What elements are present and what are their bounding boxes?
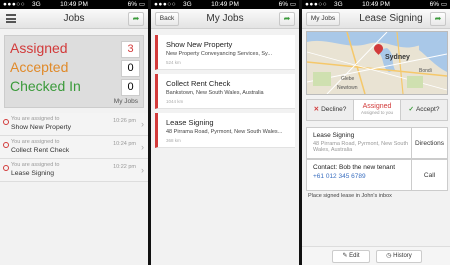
edit-label: Edit: [349, 253, 360, 259]
list-item-title: Show New Property: [11, 124, 72, 131]
list-item[interactable]: Collect Rent Check Bankstown, New South …: [155, 74, 295, 109]
job-address: 48 Pirrama Road, Pyrmont, New South Wale…: [166, 129, 283, 135]
share-button[interactable]: ➦: [279, 12, 295, 26]
nav-bar: My Jobs Lease Signing ➦: [302, 9, 450, 29]
counter-value: 0: [121, 60, 140, 77]
pencil-icon: ✎: [342, 253, 348, 259]
accept-button[interactable]: ✓ Accept?: [400, 100, 447, 120]
list-item-title: Lease Signing: [11, 170, 55, 177]
list-item[interactable]: You are assigned to Lease Signing 10:22 …: [0, 159, 148, 182]
edit-button[interactable]: ✎ Edit: [332, 250, 370, 263]
my-jobs-screen: ●●●○○ 3G 10:49 PM 6% ▭ Back My Jobs ➦ Sh…: [151, 0, 299, 265]
status-dot-icon: [3, 142, 9, 148]
directions-button[interactable]: Directions: [411, 128, 447, 158]
counter-assigned[interactable]: Assigned 3: [8, 39, 140, 58]
map-view[interactable]: Sydney Glebe Newtown Bondi: [306, 31, 448, 95]
job-address: Bankstown, New South Wales, Australia: [166, 90, 264, 96]
job-title: Lease Signing: [313, 132, 355, 139]
contact-card: Contact: Bob the new tenant +61 012 345 …: [306, 159, 448, 191]
map-label-city: Sydney: [385, 54, 410, 61]
close-icon: ✕: [313, 106, 320, 113]
nav-bar: Back My Jobs ➦: [151, 9, 299, 29]
contact-name: Contact: Bob the new tenant: [313, 164, 396, 171]
battery-icon: 6% ▭: [278, 1, 296, 8]
location-card: Lease Signing 48 Pirrama Road, Pyrmont, …: [306, 127, 448, 159]
my-jobs-link[interactable]: My Jobs: [8, 96, 140, 105]
map-label: Newtown: [337, 85, 358, 91]
status-dot-icon: [3, 165, 9, 171]
list-item-time: 10:24 pm: [113, 141, 136, 147]
share-arrow-icon: ➦: [283, 14, 291, 23]
accept-label: Accept?: [415, 106, 440, 113]
battery-icon: 6% ▭: [429, 1, 447, 8]
job-title: Show New Property: [166, 40, 233, 49]
list-item[interactable]: Show New Property New Property Conveyanc…: [155, 35, 295, 70]
status-badge: Assigned Assigned to you: [354, 100, 400, 120]
contact-phone[interactable]: +61 012 345 6789: [313, 173, 409, 180]
decline-label: Decline?: [321, 106, 347, 113]
call-button[interactable]: Call: [411, 160, 447, 190]
list-item[interactable]: You are assigned to Show New Property 10…: [0, 113, 148, 136]
history-button[interactable]: ◷ History: [376, 250, 422, 263]
share-arrow-icon: ➦: [434, 14, 442, 23]
job-note: Place signed lease in John's inbox: [308, 193, 392, 199]
share-arrow-icon: ➦: [132, 14, 140, 23]
job-counters: Assigned 3 Accepted 0 Checked In 0 My Jo…: [4, 35, 144, 108]
share-button[interactable]: ➦: [128, 12, 144, 26]
page-title: Jobs: [63, 13, 85, 24]
nav-bar: Jobs ➦: [0, 9, 148, 29]
list-item-title: Collect Rent Check: [11, 147, 70, 154]
decline-button[interactable]: ✕ Decline?: [307, 100, 354, 120]
status-sub-label: Assigned to you: [360, 110, 394, 115]
counter-label: Assigned: [10, 40, 68, 56]
history-label: History: [393, 253, 412, 259]
status-bar: ●●●○○ 3G 10:49 PM 6% ▭: [0, 0, 148, 9]
job-address: New Property Conveyancing Services, Sy..…: [166, 51, 272, 57]
map-label: Bondi: [419, 68, 432, 74]
counter-value: 0: [121, 79, 140, 96]
map-graphic: [307, 32, 447, 94]
page-title: My Jobs: [206, 13, 244, 24]
counter-label: Accepted: [10, 59, 69, 75]
job-detail-screen: ●●●○○ 3G 10:49 PM 6% ▭ My Jobs Lease Sig…: [302, 0, 450, 265]
status-dot-icon: [3, 119, 9, 125]
share-button[interactable]: ➦: [430, 12, 446, 26]
battery-icon: 6% ▭: [127, 1, 145, 8]
status-bar: ●●●○○ 3G 10:49 PM 6% ▭: [302, 0, 450, 9]
clock: 10:49 PM: [211, 1, 239, 8]
list-item-subtitle: You are assigned to: [11, 162, 60, 168]
map-label: Glebe: [341, 76, 355, 82]
list-item[interactable]: You are assigned to Collect Rent Check 1…: [0, 136, 148, 159]
job-distance: 368 km: [166, 138, 181, 143]
counter-value: 3: [121, 41, 140, 58]
job-title: Lease Signing: [166, 118, 214, 127]
status-label: Assigned: [362, 103, 392, 110]
jobs-screen: ●●●○○ 3G 10:49 PM 6% ▭ Jobs ➦ Assigned 3…: [0, 0, 148, 265]
counter-accepted[interactable]: Accepted 0: [8, 58, 140, 77]
check-icon: ✓: [408, 106, 414, 113]
list-item-subtitle: You are assigned to: [11, 139, 60, 145]
bottom-toolbar: ✎ Edit ◷ History: [302, 246, 450, 265]
list-item-time: 10:26 pm: [113, 118, 136, 124]
job-address: 48 Pirrama Road, Pyrmont, New South Wale…: [313, 141, 409, 153]
clock: 10:49 PM: [60, 1, 88, 8]
chevron-right-icon: ›: [141, 142, 144, 152]
status-bar: ●●●○○ 3G 10:49 PM 6% ▭: [151, 0, 299, 9]
list-item-time: 10:22 pm: [113, 164, 136, 170]
clock: 10:49 PM: [362, 1, 390, 8]
clock-icon: ◷: [386, 253, 392, 259]
list-item-subtitle: You are assigned to: [11, 116, 60, 122]
counter-label: Checked In: [10, 78, 81, 94]
counter-checked-in[interactable]: Checked In 0: [8, 77, 140, 96]
list-item[interactable]: Lease Signing 48 Pirrama Road, Pyrmont, …: [155, 113, 295, 148]
job-status-bar: ✕ Decline? Assigned Assigned to you ✓ Acce…: [306, 99, 448, 121]
job-distance: 1044 km: [166, 99, 184, 104]
job-title: Collect Rent Check: [166, 79, 231, 88]
chevron-right-icon: ›: [141, 119, 144, 129]
job-distance: 524 km: [166, 60, 181, 65]
chevron-right-icon: ›: [141, 165, 144, 175]
